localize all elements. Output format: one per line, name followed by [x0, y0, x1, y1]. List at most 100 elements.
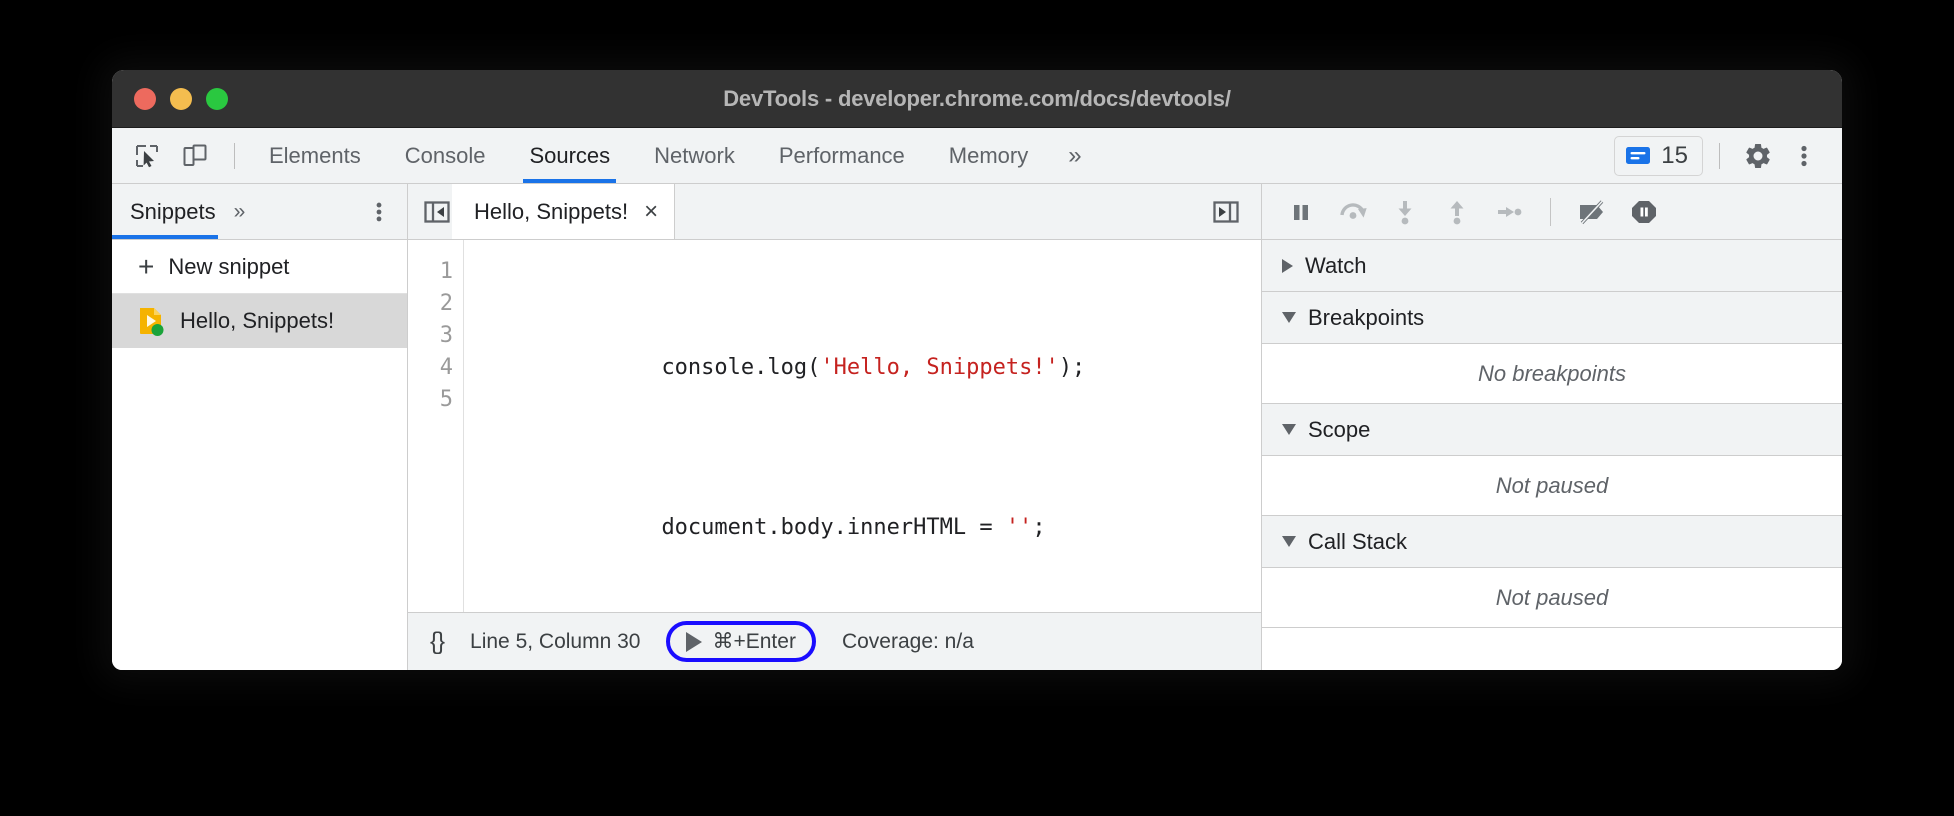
toolbar-left-icons — [112, 128, 247, 183]
debugger-toolbar-divider — [1550, 198, 1551, 226]
minimize-window-button[interactable] — [170, 88, 192, 110]
tab-console[interactable]: Console — [383, 128, 508, 183]
editor-pane: Hello, Snippets! × 1 — [408, 184, 1262, 670]
window-title-bar: DevTools - developer.chrome.com/docs/dev… — [112, 70, 1842, 128]
navigator-more-tabs-button[interactable]: » — [224, 200, 256, 224]
section-header-breakpoints[interactable]: Breakpoints — [1262, 292, 1842, 344]
section-title-scope: Scope — [1308, 417, 1370, 443]
code-line: console.log('Hello, Snippets!'); — [476, 320, 1261, 416]
section-header-call-stack[interactable]: Call Stack — [1262, 516, 1842, 568]
editor-tab-bar: Hello, Snippets! × — [408, 184, 1261, 240]
navigator-tab-snippets-label: Snippets — [130, 199, 216, 225]
zoom-window-button[interactable] — [206, 88, 228, 110]
step-over-icon — [1338, 198, 1368, 226]
console-message-badge[interactable]: 15 — [1614, 136, 1703, 176]
code-token-string: 'Hello, Snippets!' — [820, 355, 1058, 380]
more-panels-button[interactable]: » — [1050, 128, 1099, 183]
devtools-window: DevTools - developer.chrome.com/docs/dev… — [112, 70, 1842, 670]
coverage-label: Coverage: n/a — [842, 630, 974, 654]
step-button[interactable] — [1486, 189, 1532, 235]
toolbar-right-divider — [1719, 143, 1720, 169]
section-header-scope[interactable]: Scope — [1262, 404, 1842, 456]
code-token: console.log( — [661, 355, 820, 380]
pause-resume-script-button[interactable] — [1278, 189, 1324, 235]
section-title-breakpoints: Breakpoints — [1308, 305, 1424, 331]
tab-performance[interactable]: Performance — [757, 128, 927, 183]
code-editor[interactable]: 1 2 3 4 5 console.log('Hello, Snippets!'… — [408, 240, 1261, 612]
code-token-string: '' — [1006, 515, 1033, 540]
run-snippet-label: ⌘+Enter — [712, 629, 795, 654]
snippets-list: + New snippet Hello, Snippets! — [112, 240, 407, 670]
traffic-lights — [134, 88, 228, 110]
navigator-menu-button[interactable] — [367, 200, 391, 224]
hide-navigator-button[interactable] — [422, 197, 452, 227]
list-item-label: Hello, Snippets! — [180, 308, 334, 334]
plus-icon: + — [138, 253, 154, 281]
deactivate-breakpoints-icon — [1576, 198, 1608, 226]
tab-memory-label: Memory — [949, 143, 1028, 169]
line-number: 1 — [408, 256, 453, 288]
new-snippet-button[interactable]: + New snippet — [112, 240, 407, 294]
show-debugger-sidebar-icon — [1211, 197, 1241, 227]
navigator-tab-bar: Snippets » — [112, 184, 407, 240]
step-into-icon — [1392, 198, 1418, 226]
tab-sources[interactable]: Sources — [507, 128, 632, 183]
pretty-print-button[interactable]: {} — [430, 628, 444, 656]
section-header-watch[interactable]: Watch — [1262, 240, 1842, 292]
editor-status-bar: {} Line 5, Column 30 ⌘+Enter Coverage: n… — [408, 612, 1261, 670]
line-number: 4 — [408, 352, 453, 384]
tab-elements[interactable]: Elements — [247, 128, 383, 183]
pause-on-exceptions-icon — [1629, 198, 1659, 226]
main-menu-button[interactable] — [1782, 134, 1826, 178]
line-number: 2 — [408, 288, 453, 320]
tab-memory[interactable]: Memory — [927, 128, 1050, 183]
device-toolbar-button[interactable] — [174, 135, 216, 177]
tab-network-label: Network — [654, 143, 735, 169]
step-over-button[interactable] — [1330, 189, 1376, 235]
hide-navigator-icon — [422, 197, 452, 227]
code-token: ); — [1059, 355, 1086, 380]
device-toolbar-icon — [182, 143, 208, 169]
settings-button[interactable] — [1736, 134, 1780, 178]
section-title-call-stack: Call Stack — [1308, 529, 1407, 555]
run-snippet-button[interactable]: ⌘+Enter — [666, 621, 815, 662]
section-body-call-stack: Not paused — [1262, 568, 1842, 628]
line-number: 3 — [408, 320, 453, 352]
toolbar-right-group: 15 — [1614, 128, 1842, 183]
more-options-icon — [1791, 143, 1817, 169]
deactivate-breakpoints-button[interactable] — [1569, 189, 1615, 235]
step-out-icon — [1444, 198, 1470, 226]
section-body-breakpoints: No breakpoints — [1262, 344, 1842, 404]
play-icon — [686, 632, 702, 652]
pause-on-exceptions-button[interactable] — [1621, 189, 1667, 235]
tab-performance-label: Performance — [779, 143, 905, 169]
tab-network[interactable]: Network — [632, 128, 757, 183]
section-body-scope: Not paused — [1262, 456, 1842, 516]
chevron-down-icon — [1282, 312, 1296, 323]
file-tab-hello-snippets[interactable]: Hello, Snippets! × — [452, 184, 675, 239]
line-number: 5 — [408, 384, 453, 416]
inspect-element-button[interactable] — [126, 135, 168, 177]
chevron-double-right-icon: » — [1068, 142, 1081, 170]
chevron-double-right-icon: » — [234, 200, 246, 223]
close-window-button[interactable] — [134, 88, 156, 110]
devtools-main-toolbar: Elements Console Sources Network Perform… — [112, 128, 1842, 184]
section-title-watch: Watch — [1305, 253, 1367, 279]
tab-console-label: Console — [405, 143, 486, 169]
code-token: ; — [1032, 515, 1045, 540]
step-out-button[interactable] — [1434, 189, 1480, 235]
navigator-tab-snippets[interactable]: Snippets — [112, 184, 224, 239]
new-snippet-label: New snippet — [168, 254, 289, 280]
cursor-position-label: Line 5, Column 30 — [470, 630, 640, 654]
inspect-element-icon — [134, 143, 160, 169]
list-item[interactable]: Hello, Snippets! — [112, 294, 407, 348]
code-content[interactable]: console.log('Hello, Snippets!'); documen… — [464, 240, 1261, 612]
chevron-down-icon — [1282, 536, 1296, 547]
step-into-button[interactable] — [1382, 189, 1428, 235]
show-debugger-sidebar-button[interactable] — [1211, 197, 1241, 227]
tab-elements-label: Elements — [269, 143, 361, 169]
file-tab-label: Hello, Snippets! — [474, 199, 628, 225]
chevron-down-icon — [1282, 424, 1296, 435]
close-icon[interactable]: × — [644, 200, 658, 224]
code-token: document.body.innerHTML = — [661, 515, 1005, 540]
